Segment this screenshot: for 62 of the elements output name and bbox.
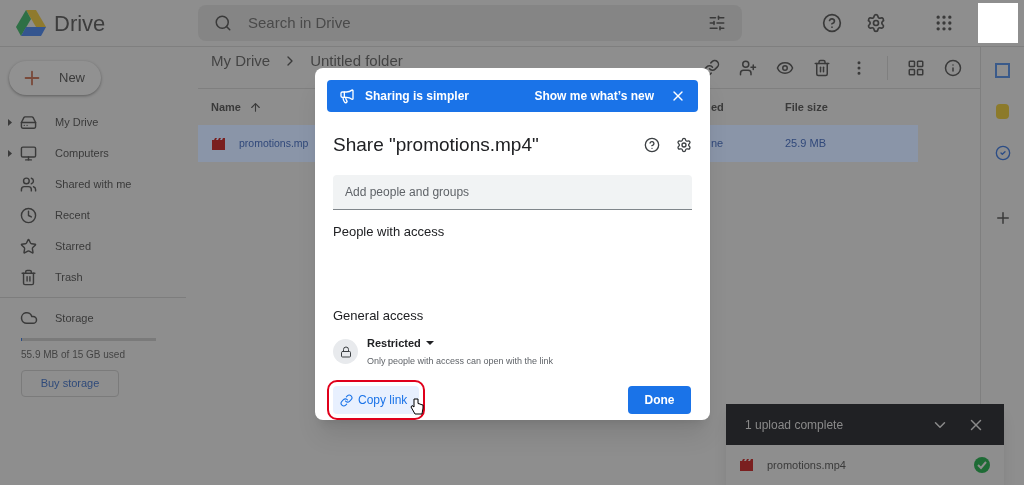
sidebar-item[interactable]: Starred — [0, 231, 198, 262]
sidebar-item[interactable]: My Drive — [0, 107, 198, 138]
storage-label: Storage — [55, 310, 94, 326]
settings-icon[interactable] — [676, 137, 692, 154]
app-name: Drive — [54, 9, 106, 38]
copy-link-button[interactable]: Copy link — [333, 386, 419, 414]
banner-text: Sharing is simpler — [365, 87, 470, 105]
apps-grid-icon[interactable] — [934, 13, 954, 33]
tasks-icon[interactable] — [994, 145, 1011, 161]
column-header[interactable]: ed — [711, 98, 785, 116]
column-header[interactable]: File size — [785, 98, 828, 116]
search-field[interactable]: Search in Drive — [198, 5, 742, 41]
help-icon[interactable] — [644, 137, 660, 154]
access-dropdown[interactable]: Restricted — [367, 335, 554, 352]
search-input[interactable]: Search in Drive — [248, 11, 692, 35]
computer-icon — [20, 145, 37, 162]
sidebar-item[interactable]: Computers — [0, 138, 198, 169]
table-cell-text: 25.9 MB — [785, 136, 826, 152]
dropdown-caret-icon — [425, 341, 434, 346]
video-file-icon — [212, 137, 226, 150]
trash-icon[interactable] — [813, 58, 831, 77]
link-icon — [340, 393, 353, 407]
access-description: Only people with access can open with the link — [367, 354, 554, 368]
people-icon — [20, 176, 37, 193]
table-cell-text: promotions.mp — [239, 135, 309, 151]
lock-icon — [333, 339, 358, 364]
uploaded-file-name: promotions.mp4 — [767, 457, 847, 473]
general-access-heading: General access — [333, 306, 425, 325]
column-header[interactable]: Name — [211, 98, 241, 116]
cloud-icon — [20, 309, 38, 327]
add-people-field[interactable]: Add people and groups — [333, 175, 692, 210]
drive-logo-icon — [16, 10, 46, 36]
sort-arrow-icon[interactable] — [248, 100, 262, 114]
buy-storage-button[interactable]: Buy storage — [21, 370, 119, 397]
done-button[interactable]: Done — [628, 386, 691, 414]
star-icon — [20, 238, 37, 255]
people-with-access-heading: People with access — [333, 223, 446, 241]
upload-status-title: 1 upload complete — [745, 416, 845, 434]
info-icon[interactable] — [944, 58, 962, 77]
new-button[interactable]: New — [9, 61, 101, 95]
filter-icon[interactable] — [708, 14, 726, 32]
storage-usage-text: 55.9 MB of 15 GB used — [21, 348, 126, 362]
grid-view-icon[interactable] — [907, 58, 925, 77]
megaphone-icon — [339, 87, 355, 104]
breadcrumb-current[interactable]: Untitled folder — [310, 52, 403, 69]
clock-icon — [20, 207, 37, 224]
dialog-title: Share "promotions.mp4" — [333, 132, 540, 157]
show-whats-new-link[interactable]: Show me what’s new — [534, 86, 654, 105]
hand-cursor-icon — [410, 398, 424, 415]
add-people-input[interactable]: Add people and groups — [345, 183, 680, 202]
video-file-icon — [740, 459, 754, 471]
sidebar-item[interactable]: Shared with me — [0, 169, 198, 200]
search-icon — [214, 14, 232, 32]
drive-icon — [20, 114, 37, 131]
breadcrumb-link[interactable]: My Drive — [211, 52, 271, 69]
trash-icon — [20, 269, 37, 286]
sidebar-item[interactable]: Recent — [0, 200, 198, 231]
expand-caret-icon[interactable] — [8, 150, 12, 157]
expand-caret-icon[interactable] — [8, 119, 12, 126]
add-person-icon[interactable] — [739, 58, 757, 77]
sidebar-item[interactable]: Trash — [0, 262, 198, 293]
table-cell-text: ne — [711, 136, 725, 152]
